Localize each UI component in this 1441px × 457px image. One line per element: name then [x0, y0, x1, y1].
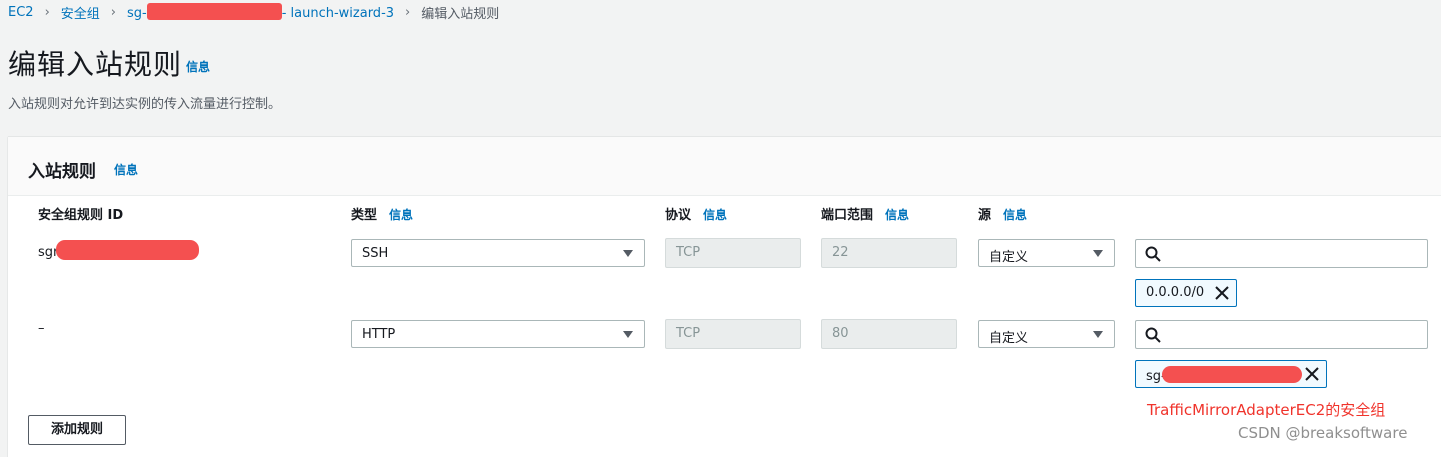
column-header-source: 源信息 [978, 204, 1027, 223]
breadcrumb-sg-suffix: - launch-wizard-3 [281, 6, 395, 21]
close-icon[interactable] [1304, 366, 1320, 382]
caret-down-icon [623, 250, 633, 257]
rule-id-value: sgr [38, 245, 59, 260]
annotation-text: TrafficMirrorAdapterEC2的安全组 [1147, 401, 1386, 419]
breadcrumb-security-groups-link[interactable]: 安全组 [61, 3, 100, 22]
breadcrumb-security-group-link[interactable]: sg- - launch-wizard-3 [127, 3, 394, 21]
breadcrumb-current: 编辑入站规则 [421, 6, 500, 22]
type-select-value: SSH [362, 246, 389, 261]
source-search-input[interactable] [1135, 320, 1428, 349]
caret-down-icon [623, 331, 633, 338]
rule-id: sgr [38, 240, 200, 260]
breadcrumb-sg-prefix: sg- [126, 6, 147, 21]
panel-info-link[interactable]: 信息 [114, 161, 138, 178]
caret-down-icon [1093, 331, 1103, 338]
source-search-field[interactable] [1166, 242, 1420, 266]
watermark: CSDN @breaksoftware [1238, 424, 1408, 442]
rule-id: – [38, 321, 45, 336]
protocol-field: TCP [665, 238, 801, 268]
type-select[interactable]: HTTP [351, 320, 645, 348]
source-token: sg- [1135, 360, 1327, 388]
source-search-input[interactable] [1135, 239, 1428, 268]
source-type-select-value: 自定义 [989, 250, 1029, 265]
column-header-type: 类型 信息 [351, 204, 413, 223]
column-header-label: 安全组规则 ID [38, 208, 124, 223]
column-header-label: 端口范围 [821, 208, 874, 223]
panel-header: 入站规则 信息 [8, 137, 1441, 196]
port-range-field: 22 [821, 238, 957, 268]
source-type-select[interactable]: 自定义 [978, 320, 1115, 348]
source-token-label: 0.0.0.0/0 [1146, 285, 1205, 300]
add-rule-button[interactable]: 添加规则 [28, 415, 126, 445]
search-icon [1145, 327, 1161, 343]
source-token: 0.0.0.0/0 [1135, 279, 1237, 307]
column-header-label: 类型 [351, 208, 378, 223]
redaction-mark [56, 240, 200, 260]
caret-down-icon [1093, 250, 1103, 257]
redaction-mark [146, 3, 282, 20]
column-header-label: 协议 [665, 208, 692, 223]
port-range-field: 80 [821, 319, 957, 349]
protocol-field: TCP [665, 319, 801, 349]
column-header-port-range: 端口范围 信息 [821, 204, 909, 223]
panel-title: 入站规则 [28, 162, 96, 182]
page-title: 编辑入站规则 [8, 48, 183, 81]
source-search-field[interactable] [1166, 323, 1420, 347]
source-type-select-value: 自定义 [989, 331, 1029, 346]
type-info-link[interactable]: 信息 [389, 208, 413, 222]
redaction-mark [1161, 366, 1302, 383]
port-range-info-link[interactable]: 信息 [885, 208, 909, 222]
close-icon[interactable] [1214, 285, 1230, 301]
breadcrumb-ec2-link[interactable]: EC2 [8, 5, 34, 20]
breadcrumb: EC2 › 安全组 › sg- - launch-wizard-3 › 编辑入站规… [8, 3, 500, 22]
source-info-link[interactable]: 信息 [1003, 208, 1027, 222]
chevron-right-icon: › [44, 4, 50, 20]
search-icon [1145, 246, 1161, 262]
protocol-info-link[interactable]: 信息 [703, 208, 727, 222]
column-header-protocol: 协议 信息 [665, 204, 727, 223]
page-info-link[interactable]: 信息 [186, 58, 210, 75]
chevron-right-icon: › [405, 4, 411, 20]
column-header-label: 源 [978, 208, 992, 223]
type-select-value: HTTP [362, 327, 396, 342]
source-type-select[interactable]: 自定义 [978, 239, 1115, 267]
column-header-rule-id: 安全组规则 ID [38, 204, 123, 223]
type-select[interactable]: SSH [351, 239, 645, 267]
chevron-right-icon: › [110, 4, 116, 20]
page-description: 入站规则对允许到达实例的传入流量进行控制。 [8, 97, 282, 112]
